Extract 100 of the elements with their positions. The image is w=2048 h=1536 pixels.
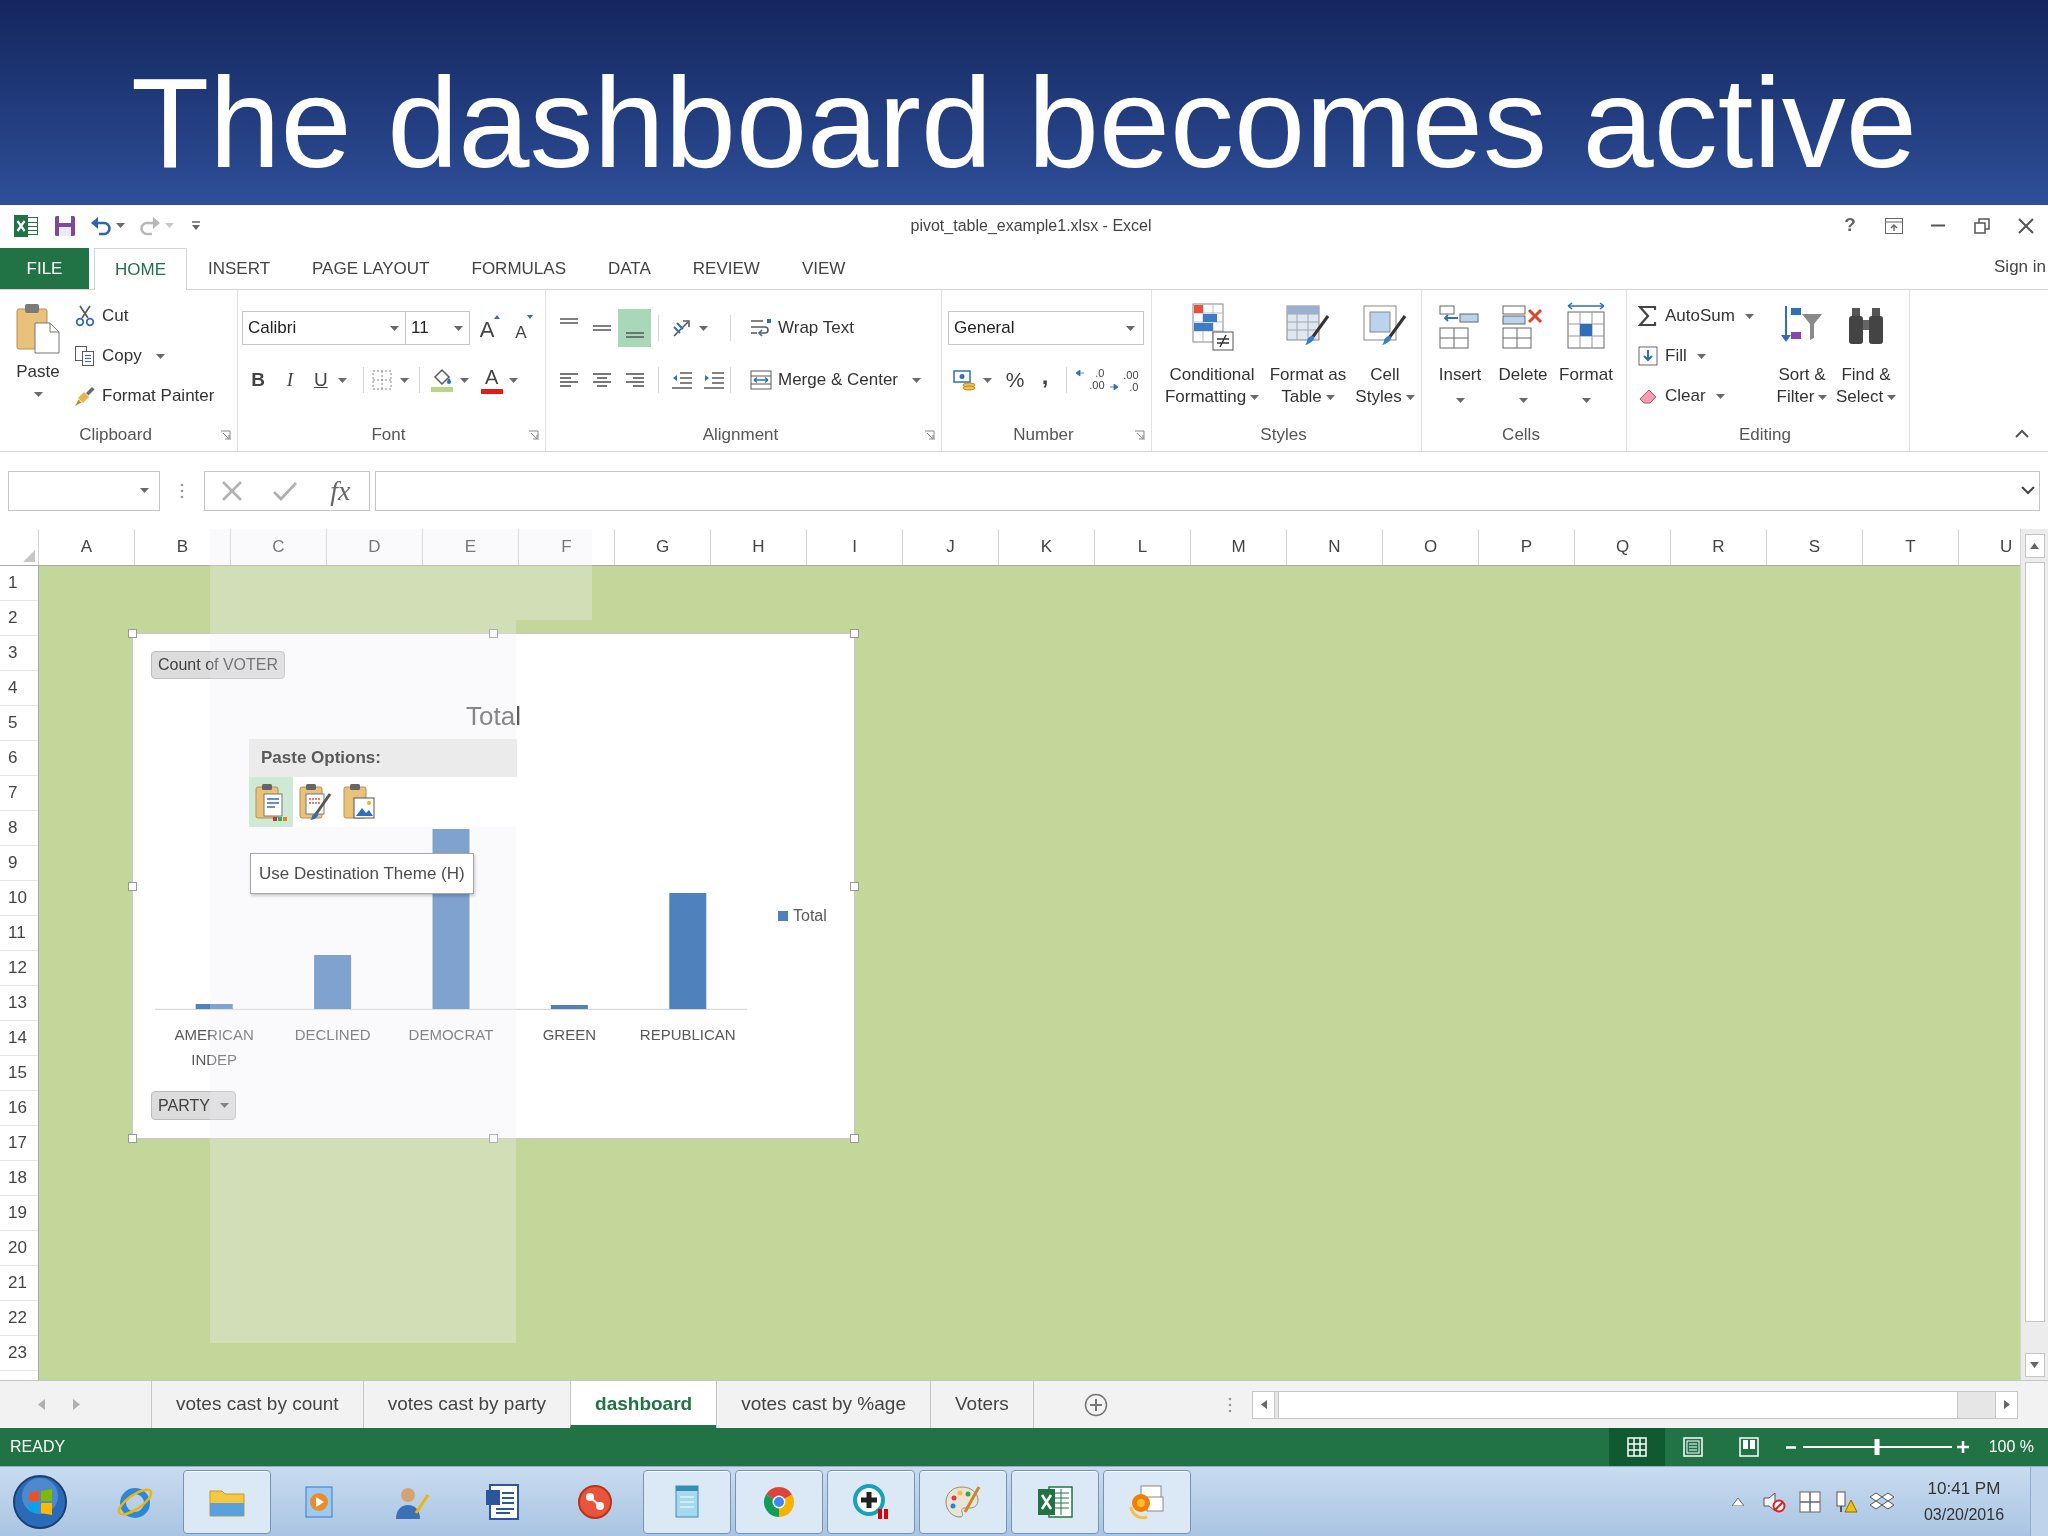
column-header[interactable]: U <box>1959 529 2020 565</box>
font-color-button[interactable]: A <box>480 363 503 397</box>
horizontal-scrollbar[interactable] <box>1252 1390 2018 1419</box>
row-header[interactable]: 16 <box>0 1091 38 1126</box>
sheet-tab[interactable]: dashboard <box>570 1381 717 1428</box>
conditional-formatting-button[interactable]: Conditional Formatting <box>1162 290 1262 408</box>
row-header[interactable]: 6 <box>0 741 38 776</box>
vertical-scrollbar[interactable] <box>2020 529 2048 1380</box>
column-header[interactable]: B <box>135 529 231 565</box>
wrap-text-button[interactable]: Wrap Text <box>743 310 854 346</box>
column-header[interactable]: T <box>1863 529 1959 565</box>
ribbon-tab[interactable]: PAGE LAYOUT <box>291 248 451 289</box>
shrink-font-button[interactable]: A <box>510 311 538 345</box>
fill-button[interactable]: Fill <box>1637 336 1765 376</box>
column-header[interactable]: O <box>1383 529 1479 565</box>
column-header[interactable]: L <box>1095 529 1191 565</box>
column-header[interactable]: F <box>519 529 615 565</box>
row-header[interactable]: 14 <box>0 1021 38 1056</box>
row-header[interactable]: 20 <box>0 1231 38 1266</box>
formula-input[interactable] <box>375 470 2040 511</box>
align-bottom-button[interactable] <box>618 309 651 347</box>
resize-handle[interactable] <box>489 1134 498 1143</box>
ribbon-tab[interactable]: FORMULAS <box>450 248 587 289</box>
ribbon-tab[interactable]: HOME <box>94 248 187 290</box>
row-header[interactable]: 1 <box>0 566 38 601</box>
scroll-right-button[interactable] <box>1995 1391 2017 1418</box>
row-header[interactable]: 8 <box>0 811 38 846</box>
column-header[interactable]: K <box>999 529 1095 565</box>
taskbar-button[interactable] <box>1103 1469 1191 1534</box>
scroll-up-button[interactable] <box>2024 534 2045 558</box>
column-header[interactable]: Q <box>1575 529 1671 565</box>
row-header[interactable]: 17 <box>0 1126 38 1161</box>
column-header[interactable]: E <box>423 529 519 565</box>
row-header[interactable]: 19 <box>0 1196 38 1231</box>
column-header[interactable]: S <box>1767 529 1863 565</box>
taskbar-button[interactable] <box>735 1469 823 1534</box>
resize-handle[interactable] <box>850 629 859 638</box>
format-cells-button[interactable]: Format <box>1556 290 1616 403</box>
column-header[interactable]: R <box>1671 529 1767 565</box>
column-header[interactable]: P <box>1479 529 1575 565</box>
help-button[interactable]: ? <box>1828 207 1872 244</box>
sign-in-link[interactable]: Sign in <box>1994 254 2048 280</box>
delete-cells-button[interactable]: Delete <box>1493 290 1553 403</box>
font-size-field[interactable]: 11 <box>406 311 470 345</box>
clear-button[interactable]: Clear <box>1637 376 1765 416</box>
italic-button[interactable]: I <box>274 363 306 397</box>
format-as-table-button[interactable]: Format as Table <box>1265 290 1351 408</box>
resize-handle[interactable] <box>850 1134 859 1143</box>
corner-arrow-icon[interactable] <box>1134 429 1145 441</box>
zoom-slider-thumb[interactable] <box>1874 1439 1880 1455</box>
column-header[interactable]: H <box>711 529 807 565</box>
ribbon-tab[interactable]: FILE <box>0 248 89 289</box>
corner-arrow-icon[interactable] <box>528 429 539 441</box>
column-header[interactable]: M <box>1191 529 1287 565</box>
row-header[interactable]: 15 <box>0 1056 38 1091</box>
find-select-button[interactable]: Find & Select <box>1835 290 1897 408</box>
merge-center-button[interactable]: Merge & Center <box>743 362 921 398</box>
cut-button[interactable]: Cut <box>74 296 215 336</box>
row-header[interactable]: 3 <box>0 636 38 671</box>
row-header[interactable]: 4 <box>0 671 38 706</box>
ribbon-tab[interactable]: REVIEW <box>671 248 781 289</box>
scroll-down-button[interactable] <box>2024 1353 2045 1377</box>
row-header[interactable]: 22 <box>0 1301 38 1336</box>
insert-function-button[interactable]: fx <box>320 472 361 509</box>
row-header[interactable]: 9 <box>0 846 38 881</box>
insert-cells-button[interactable]: Insert <box>1430 290 1490 403</box>
horizontal-scrollbar-thumb[interactable] <box>1278 1391 1958 1418</box>
column-header[interactable]: I <box>807 529 903 565</box>
ribbon-tab[interactable]: VIEW <box>780 248 867 289</box>
font-name-field[interactable]: Calibri <box>242 311 406 345</box>
row-header[interactable]: 21 <box>0 1266 38 1301</box>
corner-arrow-icon[interactable] <box>924 429 935 441</box>
column-header[interactable]: N <box>1287 529 1383 565</box>
grow-font-button[interactable]: A <box>476 311 504 345</box>
column-header[interactable]: J <box>903 529 999 565</box>
decrease-decimal-button[interactable]: .00 .0 <box>1107 362 1141 398</box>
row-header[interactable]: 13 <box>0 986 38 1021</box>
taskbar-button[interactable] <box>1011 1469 1099 1534</box>
row-header[interactable]: 7 <box>0 776 38 811</box>
format-painter-button[interactable]: Format Painter <box>74 376 215 416</box>
sort-filter-button[interactable]: Sort & Filter <box>1771 290 1833 408</box>
column-header[interactable]: D <box>327 529 423 565</box>
cell-styles-button[interactable]: Cell Styles <box>1354 290 1416 408</box>
paste-button[interactable]: Paste <box>8 290 68 420</box>
vertical-scrollbar-thumb[interactable] <box>2024 562 2045 1322</box>
comma-style-button[interactable]: , <box>1030 362 1060 398</box>
row-header[interactable]: 18 <box>0 1161 38 1196</box>
corner-arrow-icon[interactable] <box>220 429 231 441</box>
autosum-button[interactable]: AutoSum <box>1637 296 1765 336</box>
percent-style-button[interactable]: % <box>1000 362 1030 398</box>
bold-button[interactable]: B <box>242 363 274 397</box>
copy-button[interactable]: Copy <box>74 336 215 376</box>
ribbon-tab[interactable]: DATA <box>587 248 672 289</box>
row-header[interactable]: 11 <box>0 916 38 951</box>
row-header[interactable]: 23 <box>0 1336 38 1371</box>
underline-button[interactable]: U <box>306 363 355 397</box>
taskbar-button[interactable] <box>827 1469 915 1534</box>
resize-handle[interactable] <box>489 629 498 638</box>
number-format-field[interactable]: General <box>948 311 1144 345</box>
axis-field-button[interactable]: PARTY <box>151 1091 236 1120</box>
